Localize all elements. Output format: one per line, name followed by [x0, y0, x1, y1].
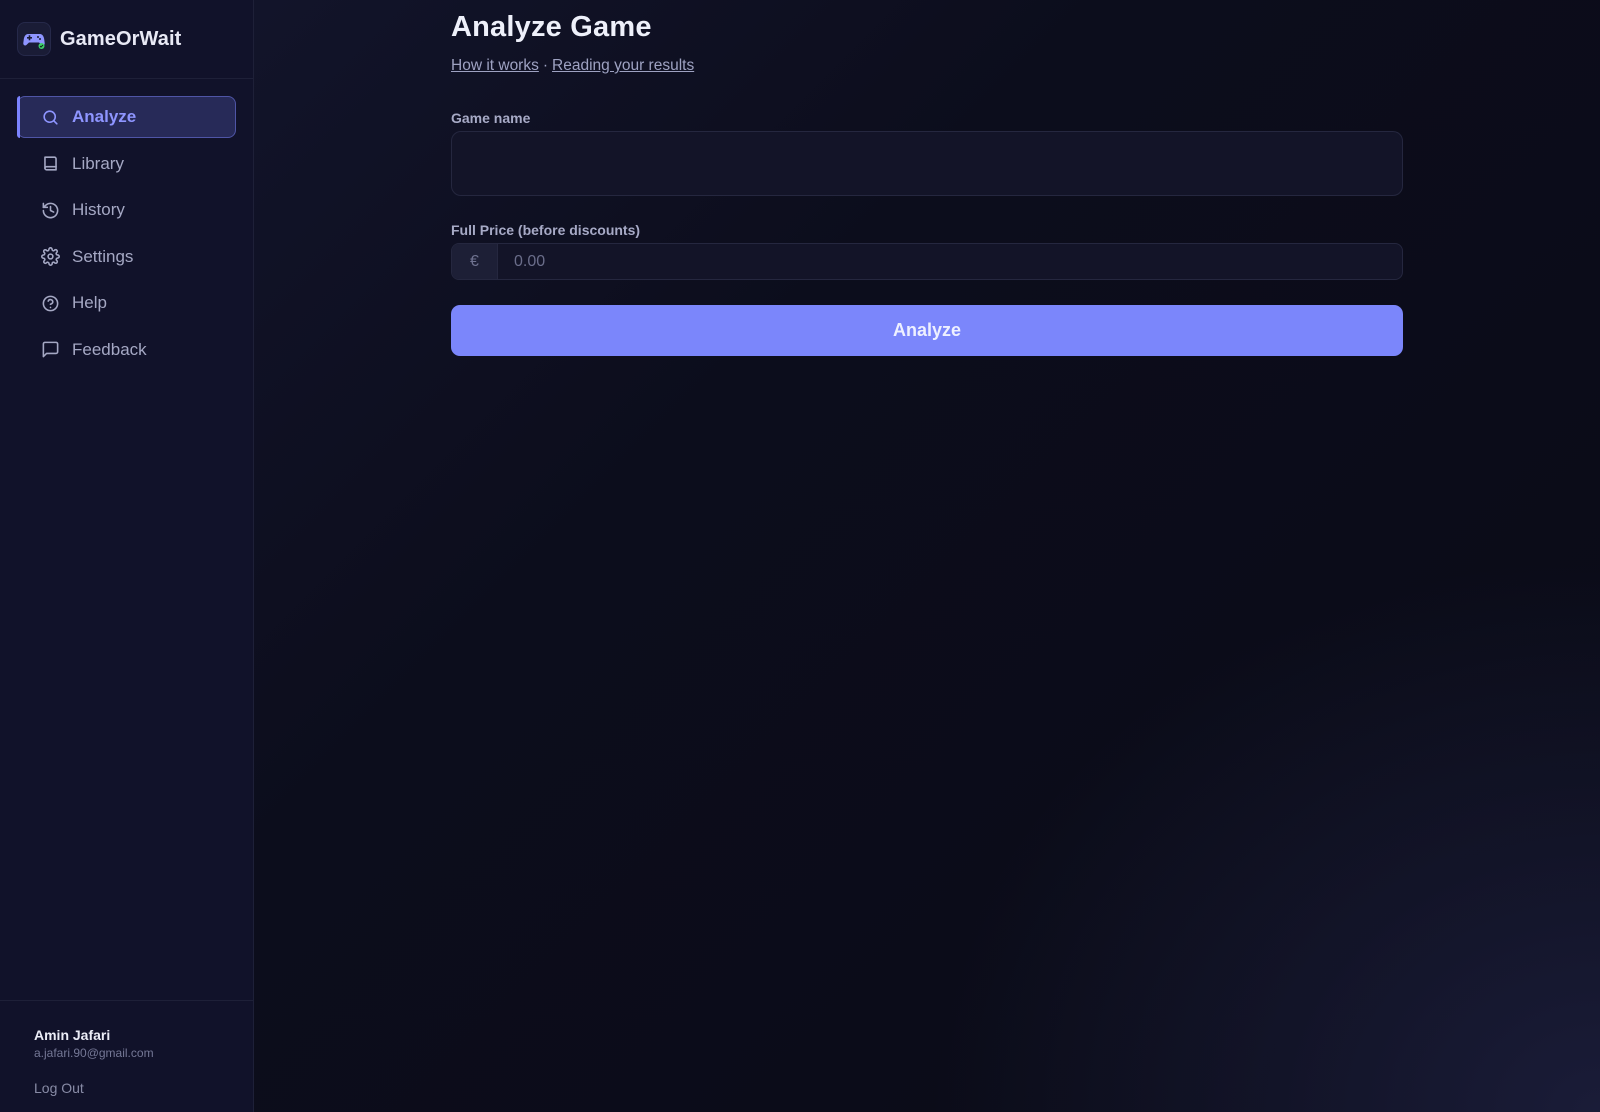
help-links: How it works · Reading your results	[451, 57, 1403, 75]
game-name-label: Game name	[451, 110, 531, 126]
sidebar-item-analyze[interactable]: Analyze	[17, 96, 236, 138]
sidebar-item-label: Feedback	[72, 339, 147, 359]
main-area: Analyze Game How it works · Reading your r…	[254, 0, 1600, 1112]
message-square-icon	[40, 340, 60, 360]
book-icon	[40, 154, 60, 174]
gear-icon	[40, 247, 60, 267]
price-field: €	[451, 243, 1403, 280]
search-icon	[40, 107, 60, 127]
price-input[interactable]	[498, 244, 1402, 279]
sidebar-item-label: Settings	[72, 246, 134, 266]
sidebar-item-label: History	[72, 200, 125, 219]
gamepad-logo-icon	[17, 22, 51, 56]
logout-link[interactable]: Log Out	[34, 1080, 84, 1096]
user-email: a.jafari.90@gmail.com	[34, 1046, 154, 1060]
brand-name: GameOrWait	[60, 27, 182, 50]
sidebar-item-library[interactable]: Library	[17, 143, 236, 185]
page-title: Analyze Game	[451, 11, 652, 43]
sidebar-item-label: Help	[72, 293, 107, 312]
sidebar-item-history[interactable]: History	[17, 189, 236, 231]
sidebar-item-label: Library	[72, 153, 124, 173]
sidebar: GameOrWait Analyze Library History Setti…	[0, 0, 254, 1112]
brand[interactable]: GameOrWait	[0, 0, 253, 79]
link-separator: ·	[542, 57, 549, 74]
how-it-works-link[interactable]: How it works	[451, 57, 539, 74]
user-name: Amin Jafari	[34, 1027, 111, 1043]
help-circle-icon	[40, 293, 60, 313]
sidebar-item-help[interactable]: Help	[17, 282, 236, 324]
sidebar-item-settings[interactable]: Settings	[17, 236, 236, 278]
analyze-form-container: Analyze Game How it works · Reading your r…	[451, 10, 1403, 356]
history-icon	[40, 200, 60, 220]
user-panel: Amin Jafari a.jafari.90@gmail.com Log Ou…	[0, 1000, 253, 1112]
game-name-input[interactable]	[451, 131, 1403, 196]
sidebar-item-feedback[interactable]: Feedback	[17, 329, 236, 371]
analyze-button[interactable]: Analyze	[451, 305, 1403, 356]
app-root: GameOrWait Analyze Library History Setti…	[0, 0, 1600, 1112]
reading-results-link[interactable]: Reading your results	[552, 57, 694, 74]
sidebar-nav: Analyze Library History Settings Help Fe…	[0, 79, 253, 375]
price-label: Full Price (before discounts)	[451, 222, 641, 238]
currency-symbol: €	[452, 244, 498, 279]
sidebar-item-label: Analyze	[72, 107, 137, 126]
